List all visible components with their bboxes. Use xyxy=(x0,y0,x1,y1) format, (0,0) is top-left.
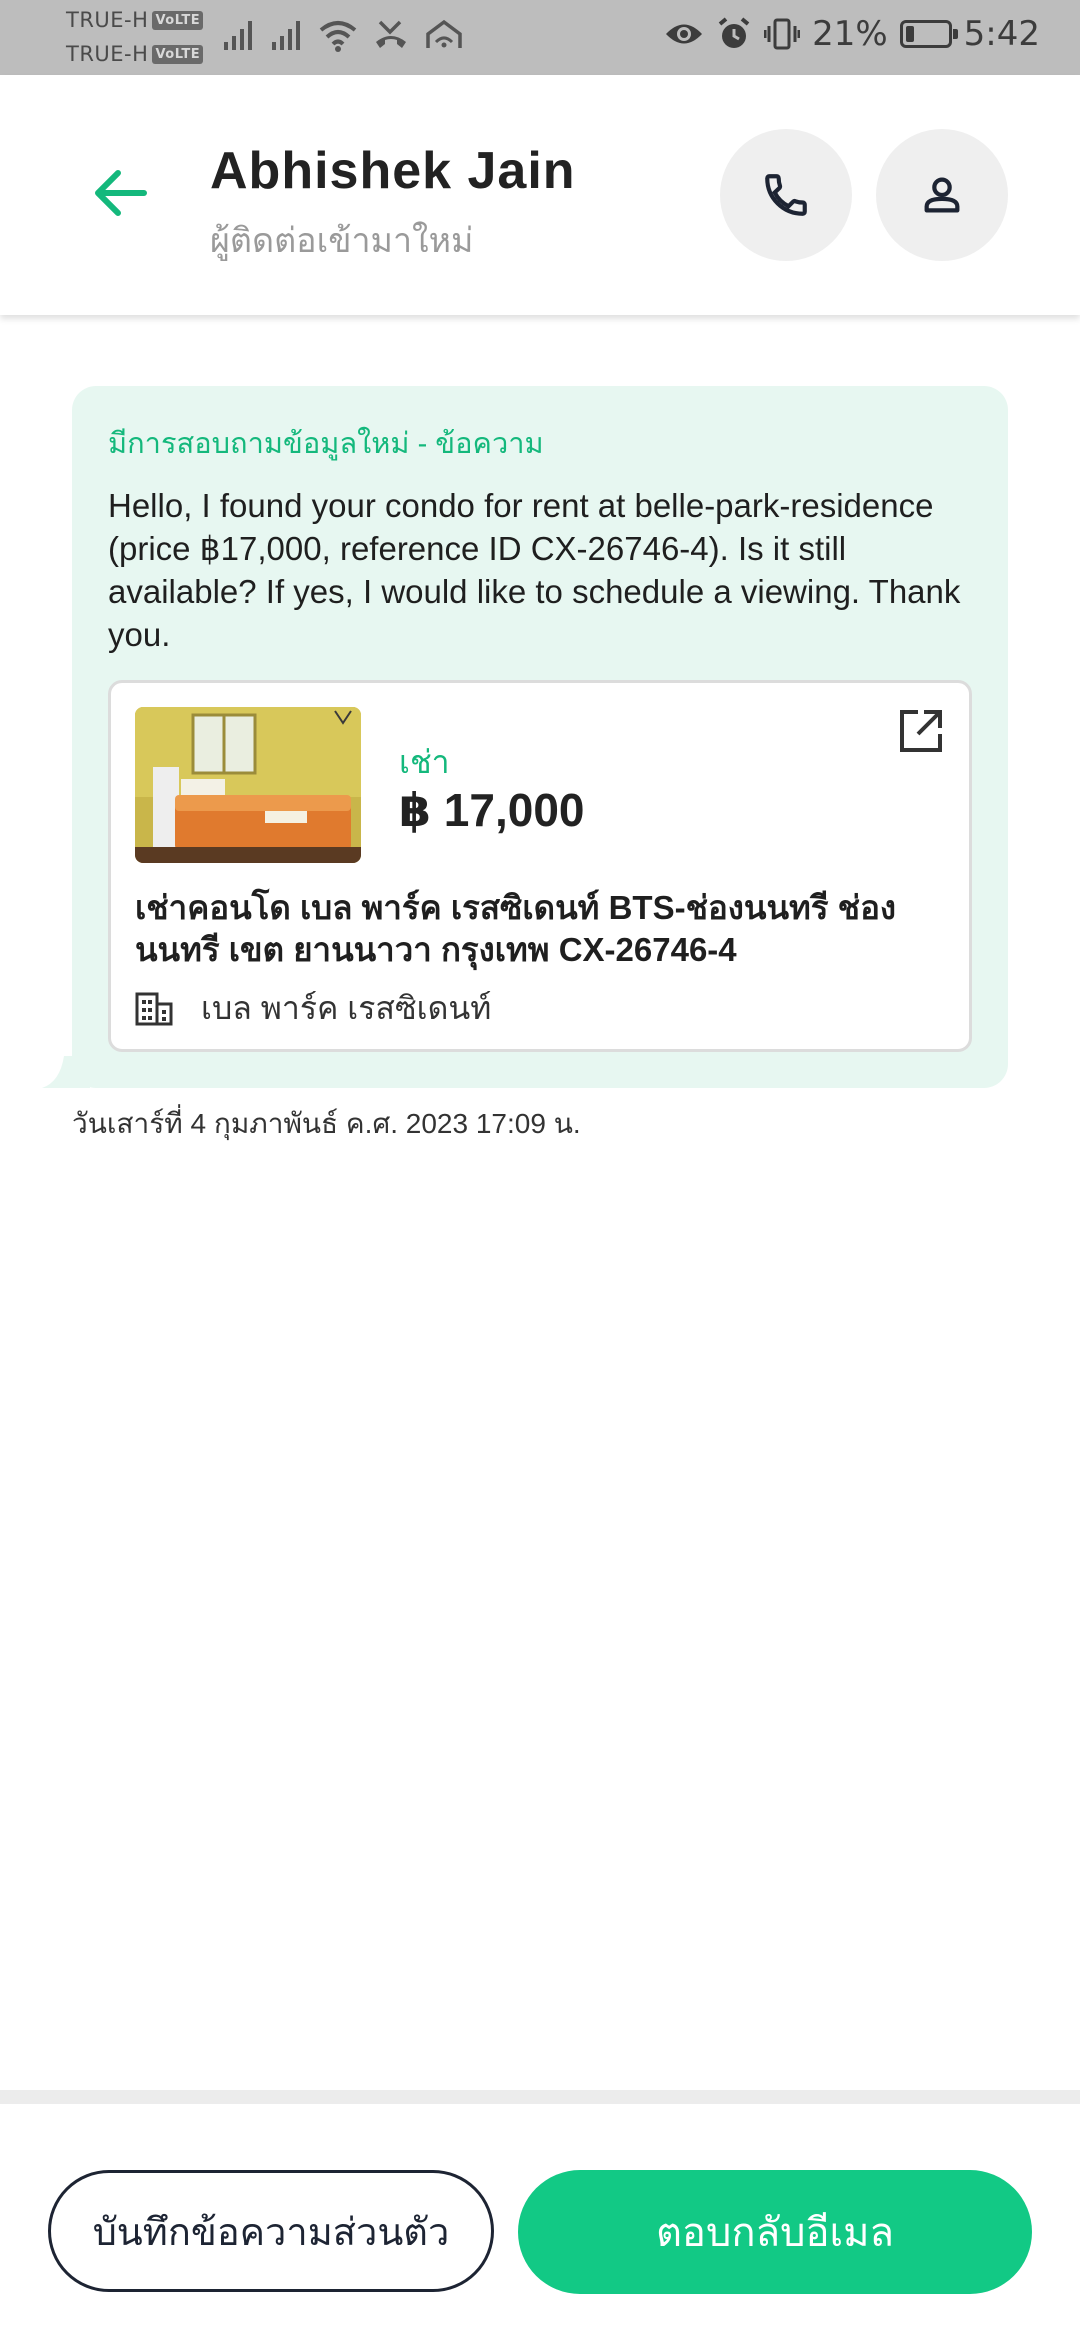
contact-name: Abhishek Jain xyxy=(210,142,576,200)
call-button[interactable] xyxy=(720,129,852,261)
status-icons-left xyxy=(222,18,464,52)
status-bar: TRUE-H VoLTE TRUE-H VoLTE 21% 5:42 xyxy=(0,0,1080,75)
bottom-action-bar: บันทึกข้อความส่วนตัว ตอบกลับอีเมล xyxy=(0,2090,1080,2340)
bedroom-photo xyxy=(135,707,361,863)
listing-price: ฿ 17,000 xyxy=(399,784,585,836)
contact-profile-button[interactable] xyxy=(876,129,1008,261)
arrow-left-icon xyxy=(95,170,147,216)
back-button[interactable] xyxy=(80,153,160,233)
person-icon xyxy=(924,177,960,213)
missed-call-icon xyxy=(376,20,406,48)
volte-badge-2: VoLTE xyxy=(152,44,204,64)
status-icons-right: 21% 5:42 xyxy=(664,14,1040,54)
listing-card[interactable]: เช่า ฿ 17,000 เช่าคอนโด เบล พาร์ค เรสซิเ… xyxy=(108,680,972,1052)
listing-title: เช่าคอนโด เบล พาร์ค เรสซิเดนท์ BTS-ช่องน… xyxy=(135,889,896,968)
conversation-header: Abhishek Jain ผู้ติดต่อเข้ามาใหม่ xyxy=(0,75,1080,315)
battery-percent: 21% xyxy=(812,14,888,54)
eye-icon xyxy=(666,24,703,44)
signal-icon xyxy=(224,21,252,50)
listing-project-name: เบล พาร์ค เรสซิเดนท์ xyxy=(201,990,492,1026)
alarm-icon xyxy=(718,17,750,48)
carrier-label-1: TRUE-H VoLTE xyxy=(66,8,204,32)
status-time: 5:42 xyxy=(963,14,1040,54)
wifi-icon xyxy=(319,21,357,52)
open-in-new-icon xyxy=(900,710,942,752)
private-note-button[interactable]: บันทึกข้อความส่วนตัว xyxy=(48,2170,494,2292)
listing-photo xyxy=(135,707,361,863)
listing-project: เบล พาร์ค เรสซิเดนท์ xyxy=(135,983,491,1034)
battery-icon xyxy=(899,20,958,48)
carrier-name-2: TRUE-H xyxy=(66,42,149,66)
message-body: Hello, I found your condo for rent at be… xyxy=(108,487,961,653)
open-listing-button[interactable] xyxy=(893,703,949,759)
building-icon xyxy=(135,989,179,1029)
carrier-label-2: TRUE-H VoLTE xyxy=(66,42,204,66)
battery-level-fill xyxy=(905,26,914,42)
listing-type: เช่า xyxy=(399,744,450,780)
contact-status: ผู้ติดต่อเข้ามาใหม่ xyxy=(210,222,474,260)
carrier-name-1: TRUE-H xyxy=(66,8,149,32)
volte-badge-1: VoLTE xyxy=(152,10,204,30)
signal-icon xyxy=(272,21,300,50)
message-timestamp: วันเสาร์ที่ 4 กุมภาพันธ์ ค.ศ. 2023 17:09… xyxy=(72,1108,581,1139)
phone-icon xyxy=(765,174,807,216)
home-wifi-icon xyxy=(426,19,462,48)
message-title: มีการสอบถามข้อมูลใหม่ - ข้อความ xyxy=(108,428,544,460)
reply-email-button[interactable]: ตอบกลับอีเมล xyxy=(518,2170,1032,2294)
vibrate-icon xyxy=(764,18,801,50)
inquiry-message-bubble: มีการสอบถามข้อมูลใหม่ - ข้อความ Hello, I… xyxy=(72,386,1008,1088)
